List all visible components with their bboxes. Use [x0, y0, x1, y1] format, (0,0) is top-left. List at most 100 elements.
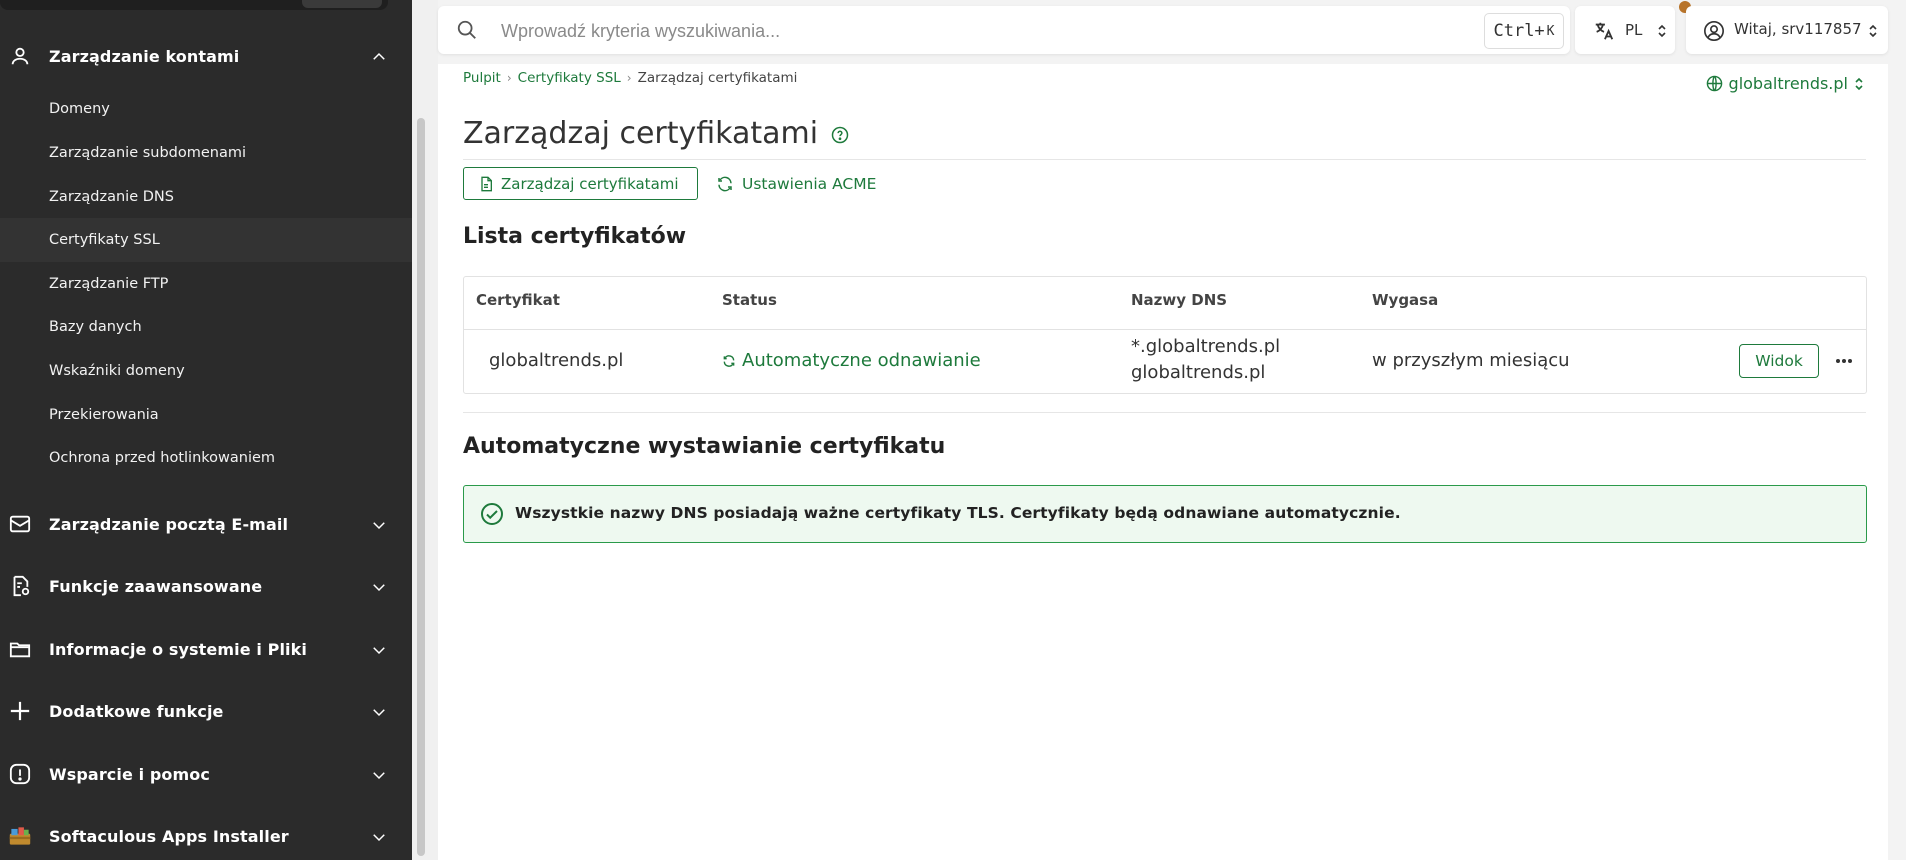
divider [463, 412, 1866, 413]
breadcrumb: Pulpit › Certyfikaty SSL › Zarządzaj cer… [463, 70, 797, 86]
chevron-up-icon [373, 52, 385, 60]
language-code: PL [1625, 21, 1643, 39]
alert-text: Wszystkie nazwy DNS posiadają ważne cert… [515, 504, 1401, 522]
scrollbar-thumb[interactable] [417, 118, 425, 856]
chevron-down-icon [373, 772, 385, 780]
sidebar-section-email[interactable]: Zarządzanie pocztą E-mail [0, 496, 412, 552]
user-icon [9, 45, 31, 67]
sidebar: Zarządzanie kontami Domeny Zarządzanie s… [0, 0, 412, 860]
acme-settings-button[interactable]: Ustawienia ACME [716, 167, 876, 200]
sidebar-scrollbar[interactable] [412, 0, 438, 860]
manage-certificates-button[interactable]: Zarządzaj certyfikatami [463, 167, 698, 200]
sidebar-section-label: Softaculous Apps Installer [49, 826, 289, 846]
acme-settings-label: Ustawienia ACME [742, 174, 877, 193]
column-header-dns: Nazwy DNS [1131, 291, 1228, 309]
status-text: Automatyczne odnawianie [742, 350, 981, 371]
translate-icon [1595, 22, 1614, 40]
chevron-down-icon [373, 522, 385, 530]
sidebar-section-label: Zarządzanie kontami [49, 46, 240, 66]
sidebar-item-ftp[interactable]: Zarządzanie FTP [0, 262, 412, 306]
sidebar-section-advanced[interactable]: Funkcje zaawansowane [0, 558, 412, 614]
shortcut-key: K [1546, 23, 1555, 39]
sidebar-item-label: Ochrona przed hotlinkowaniem [49, 450, 276, 466]
sidebar-top-knob [302, 0, 382, 8]
sidebar-section-system[interactable]: Informacje o systemie i Pliki [0, 621, 412, 677]
softaculous-icon [9, 825, 31, 847]
cell-dns-root: globaltrends.pl [1131, 362, 1266, 383]
sidebar-item-redirects[interactable]: Przekierowania [0, 393, 412, 437]
sidebar-item-ssl[interactable]: Certyfikaty SSL [0, 218, 412, 262]
refresh-icon [723, 354, 735, 367]
page-title: Zarządzaj certyfikatami [463, 116, 819, 151]
cell-certificate: globaltrends.pl [489, 350, 624, 371]
sidebar-section-label: Informacje o systemie i Pliki [49, 639, 307, 659]
search-bar: Ctrl+K [438, 6, 1570, 54]
more-options-icon[interactable] [1831, 349, 1857, 373]
help-icon[interactable] [831, 126, 849, 144]
up-down-chevron-icon [1855, 77, 1863, 90]
certificates-table: Certyfikat Status Nazwy DNS Wygasa globa… [463, 276, 1867, 394]
sidebar-section-extra[interactable]: Dodatkowe funkcje [0, 683, 412, 739]
auto-issue-heading: Automatyczne wystawianie certyfikatu [463, 434, 946, 459]
sidebar-section-label: Funkcje zaawansowane [49, 576, 263, 596]
manage-certificates-label: Zarządzaj certyfikatami [501, 174, 679, 193]
language-selector[interactable]: PL [1575, 6, 1675, 54]
success-alert: Wszystkie nazwy DNS posiadają ważne cert… [463, 485, 1867, 543]
search-input[interactable] [499, 16, 1403, 46]
table-header-divider [464, 329, 1866, 330]
alert-icon [9, 763, 31, 785]
breadcrumb-separator-icon: › [626, 71, 632, 85]
user-circle-icon [1704, 21, 1724, 41]
up-down-chevron-icon [1869, 24, 1877, 38]
sidebar-item-label: Zarządzanie FTP [49, 276, 169, 292]
up-down-chevron-icon [1658, 24, 1666, 38]
search-icon [457, 20, 476, 39]
sidebar-item-label: Domeny [49, 101, 110, 117]
chevron-down-icon [373, 584, 385, 592]
breadcrumb-current: Zarządzaj certyfikatami [637, 70, 798, 86]
sidebar-item-hotlink-protection[interactable]: Ochrona przed hotlinkowaniem [0, 436, 412, 480]
sidebar-item-subdomains[interactable]: Zarządzanie subdomenami [0, 131, 412, 175]
sidebar-section-label: Zarządzanie pocztą E-mail [49, 514, 289, 534]
domain-selector-label: globaltrends.pl [1728, 74, 1848, 93]
shortcut-main: Ctrl+ [1493, 21, 1545, 41]
column-header-expires: Wygasa [1372, 291, 1439, 309]
main-panel: Pulpit › Certyfikaty SSL › Zarządzaj cer… [438, 64, 1888, 860]
refresh-icon [718, 176, 732, 191]
sidebar-section-accounts[interactable]: Zarządzanie kontami [0, 28, 412, 84]
user-greeting: Witaj, srv117857 [1734, 20, 1862, 38]
certificate-list-heading: Lista certyfikatów [463, 224, 687, 249]
sidebar-section-label: Dodatkowe funkcje [49, 701, 224, 721]
plus-icon [9, 700, 31, 722]
sidebar-item-databases[interactable]: Bazy danych [0, 305, 412, 349]
document-icon [481, 176, 492, 192]
breadcrumb-home[interactable]: Pulpit [463, 70, 501, 86]
column-header-status: Status [722, 291, 777, 309]
sidebar-item-label: Przekierowania [49, 407, 159, 423]
search-shortcut-badge: Ctrl+ K [1484, 13, 1564, 49]
check-circle-icon [481, 503, 503, 525]
sidebar-item-label: Wskaźniki domeny [49, 363, 185, 379]
breadcrumb-ssl[interactable]: Certyfikaty SSL [518, 70, 621, 86]
cell-expires: w przyszłym miesiącu [1372, 350, 1570, 371]
sidebar-item-domain-pointers[interactable]: Wskaźniki domeny [0, 349, 412, 393]
chevron-down-icon [373, 834, 385, 842]
cell-status: Automatyczne odnawianie [722, 350, 981, 371]
sidebar-section-softaculous[interactable]: Softaculous Apps Installer [0, 808, 412, 860]
domain-selector[interactable]: globaltrends.pl [1706, 74, 1864, 93]
sidebar-item-label: Zarządzanie DNS [49, 189, 174, 205]
sidebar-item-label: Zarządzanie subdomenami [49, 145, 247, 161]
view-certificate-button[interactable]: Widok [1739, 344, 1819, 378]
mail-icon [9, 513, 31, 535]
sidebar-section-support[interactable]: Wsparcie i pomoc [0, 746, 412, 802]
sidebar-item-dns[interactable]: Zarządzanie DNS [0, 175, 412, 219]
sidebar-item-label: Bazy danych [49, 319, 142, 335]
cell-dns-wildcard: *.globaltrends.pl [1131, 336, 1281, 357]
user-menu[interactable]: Witaj, srv117857 [1686, 6, 1888, 54]
sidebar-item-domains[interactable]: Domeny [0, 87, 412, 131]
chevron-down-icon [373, 647, 385, 655]
divider [463, 159, 1866, 160]
sidebar-section-label: Wsparcie i pomoc [49, 764, 210, 784]
document-gear-icon [9, 575, 31, 597]
chevron-down-icon [373, 709, 385, 717]
